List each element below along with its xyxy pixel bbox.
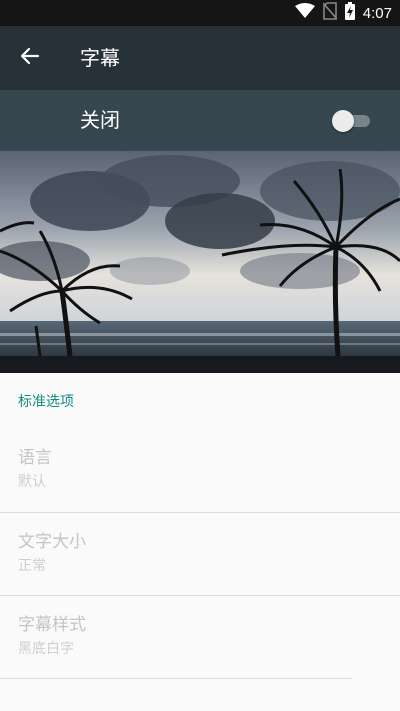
status-bar: 4:07 xyxy=(0,0,400,26)
caption-preview-image xyxy=(0,151,400,373)
captions-master-switch-bar[interactable]: 关闭 xyxy=(0,90,400,151)
section-header: 标准选项 xyxy=(18,394,74,410)
caption-settings-list: 标准选项 语言 默认 文字大小 正常 字幕样式 黑底白字 xyxy=(0,373,400,711)
wifi-icon xyxy=(294,3,315,23)
divider xyxy=(0,678,352,679)
no-sim-icon xyxy=(322,2,338,24)
pref-language[interactable]: 语言 默认 xyxy=(0,429,400,511)
master-switch-label: 关闭 xyxy=(80,108,120,132)
captions-toggle[interactable] xyxy=(332,109,372,133)
status-icons: 4:07 xyxy=(294,0,392,26)
pref-summary: 默认 xyxy=(18,474,46,490)
pref-summary: 黑底白字 xyxy=(18,641,74,657)
pref-text-size[interactable]: 文字大小 正常 xyxy=(0,513,400,595)
pref-title: 语言 xyxy=(18,448,52,468)
status-time: 4:07 xyxy=(362,4,392,22)
pref-summary: 正常 xyxy=(18,558,46,574)
page-title: 字幕 xyxy=(80,46,120,70)
back-button[interactable] xyxy=(10,38,50,78)
toggle-thumb xyxy=(332,110,354,132)
pref-caption-style[interactable]: 字幕样式 黑底白字 xyxy=(0,596,400,678)
arrow-back-icon xyxy=(20,46,40,70)
battery-charging-icon xyxy=(344,2,355,24)
app-bar: 字幕 xyxy=(0,26,400,90)
pref-title: 字幕样式 xyxy=(18,615,86,635)
pref-title: 文字大小 xyxy=(18,532,86,552)
